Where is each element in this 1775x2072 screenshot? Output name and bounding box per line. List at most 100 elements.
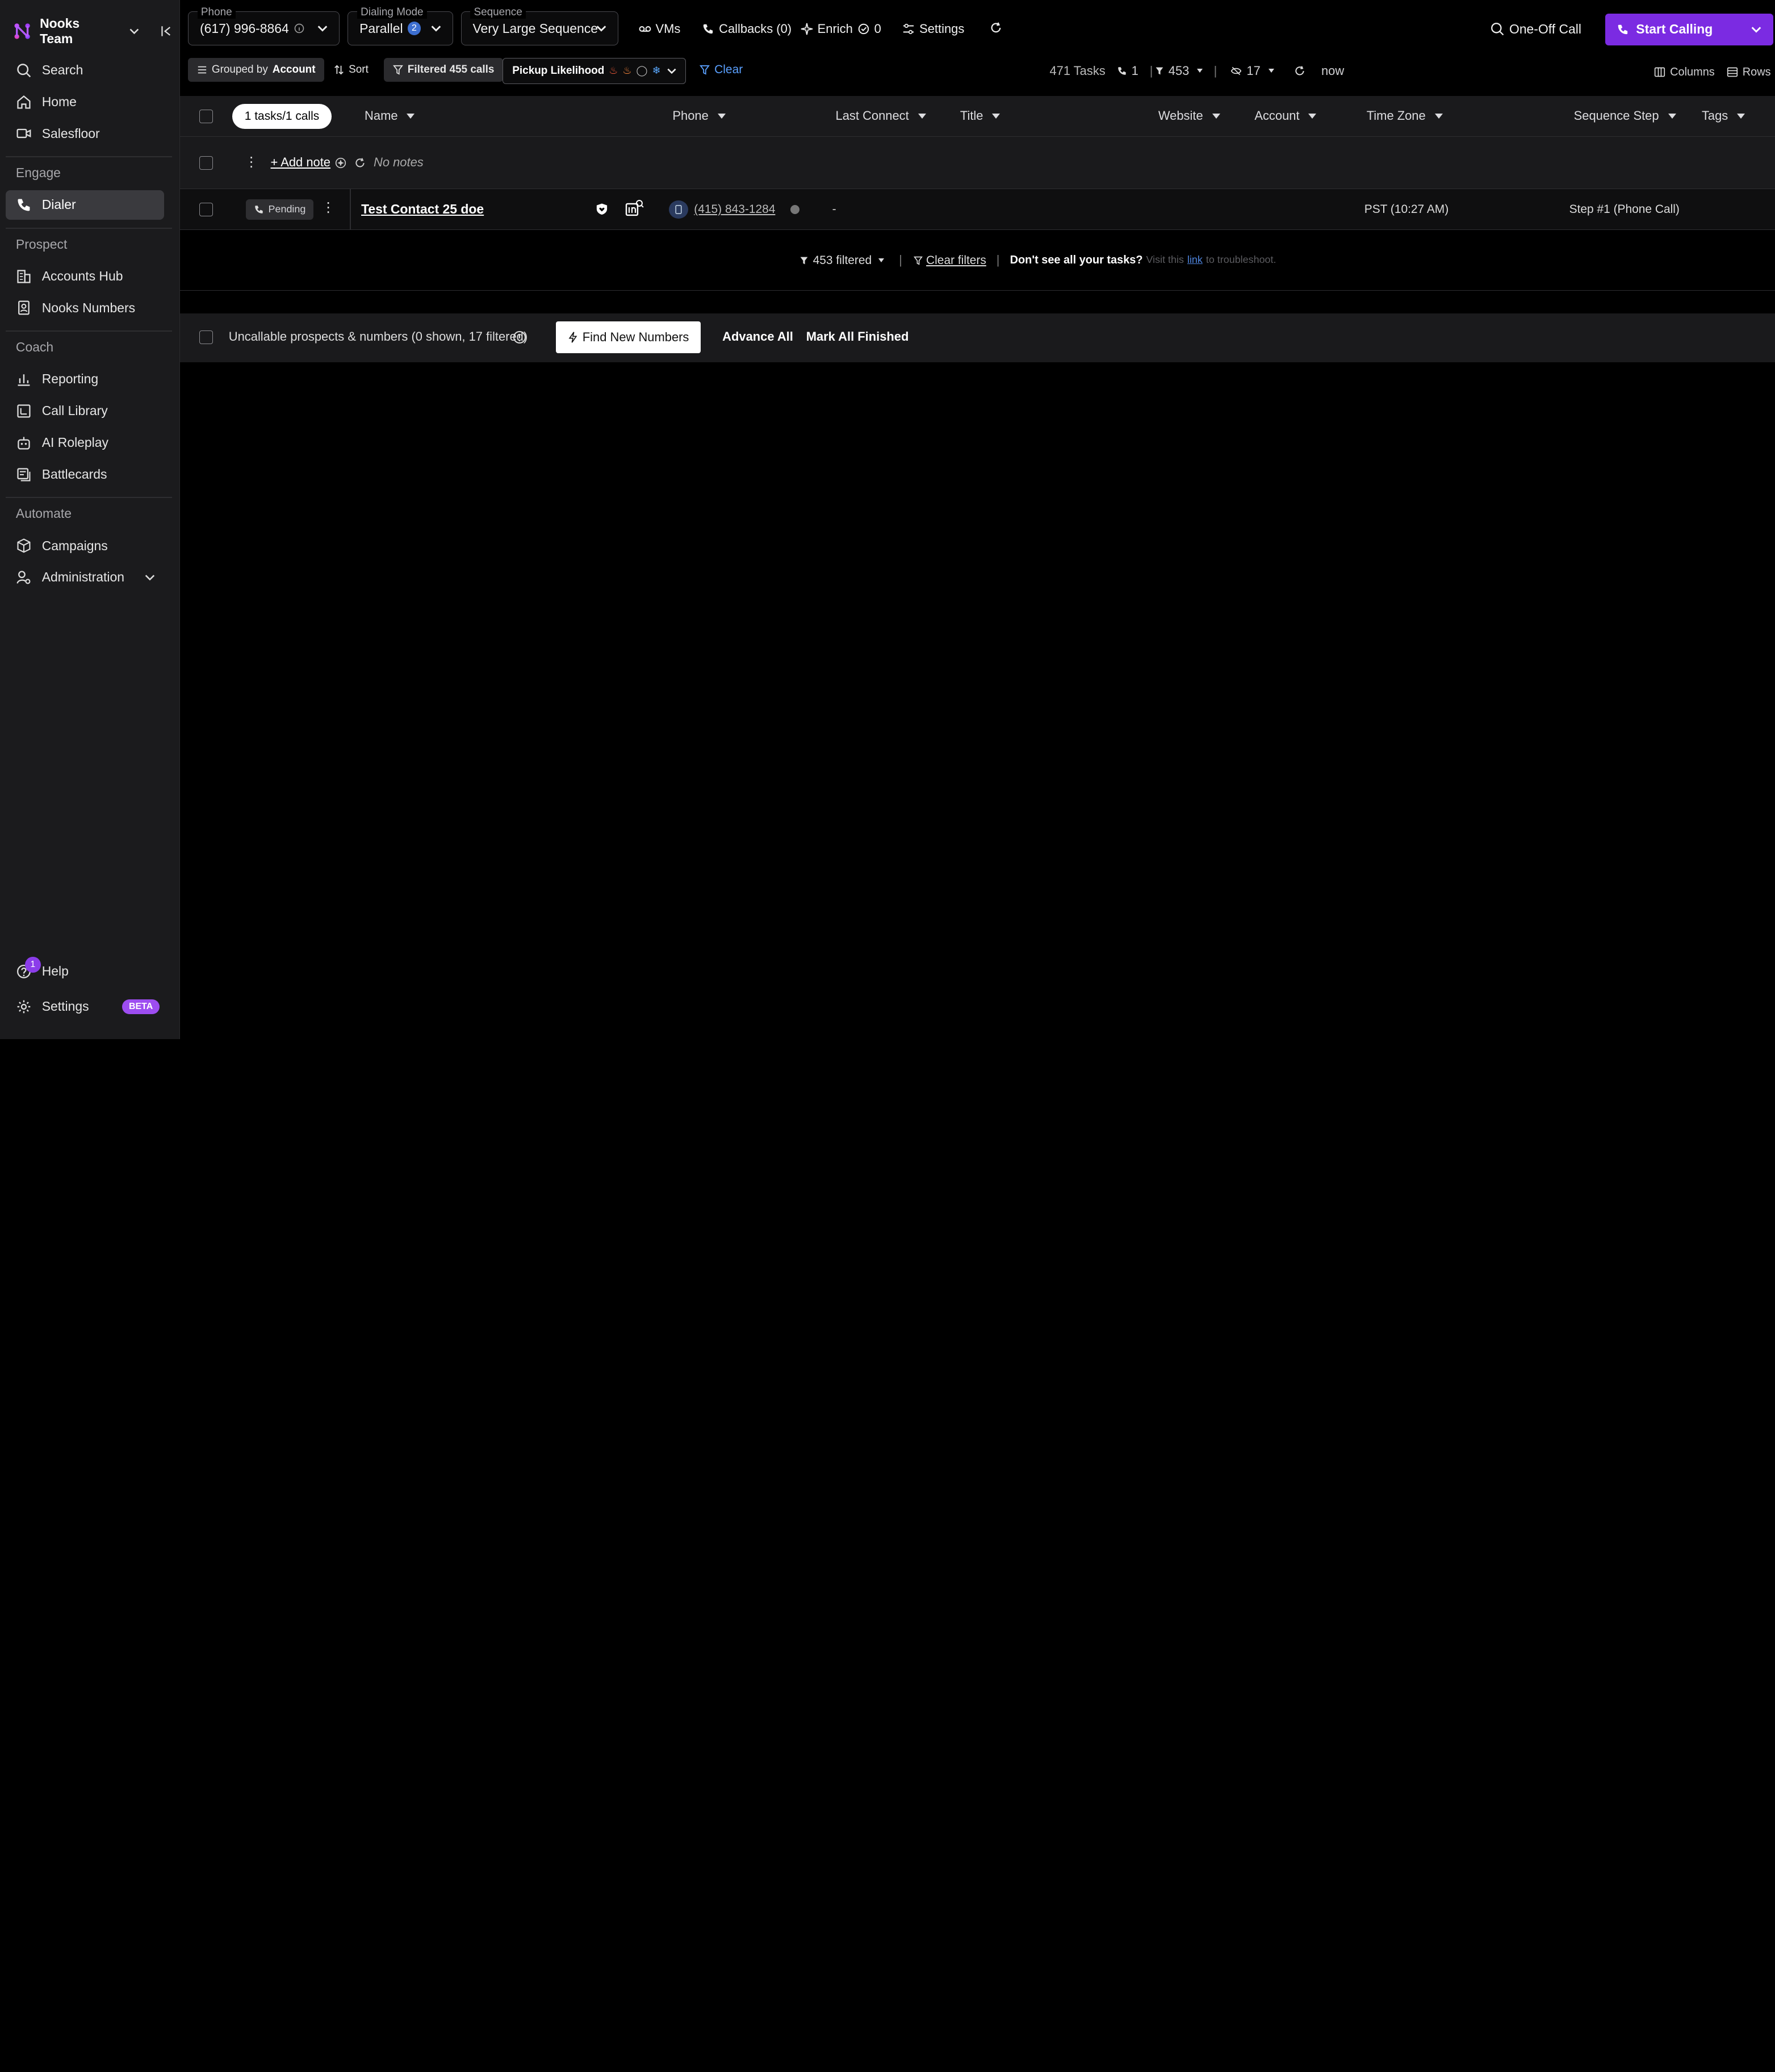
sidebar-item-label: Dialer [41,197,76,212]
clear-filters-footer-button[interactable]: Clear filters [914,254,986,267]
sidebar-item-administration[interactable]: Administration [6,563,164,592]
chevron-down-icon[interactable] [144,571,156,584]
sort-button[interactable]: Sort [325,58,378,82]
settings-button[interactable]: Settings [902,22,964,36]
column-header-phone[interactable]: Phone [672,108,726,123]
filtered-summary-dropdown[interactable]: 453 filtered [799,254,885,267]
ai-note-icon[interactable] [335,157,346,169]
chevron-down-icon [317,26,328,32]
uncallable-checkbox[interactable] [199,330,213,345]
sidebar-item-accounts-hub[interactable]: Accounts Hub [6,262,164,291]
uncallable-label: Uncallable prospects & numbers (0 shown,… [228,329,528,344]
separator: | [1213,63,1217,78]
sidebar-item-nooks-numbers[interactable]: Nooks Numbers [6,293,164,323]
columns-button[interactable]: Columns [1654,66,1715,79]
filtered-calls-chip[interactable]: Filtered 455 calls [383,57,504,82]
clear-filters-button[interactable]: Clear [690,58,752,82]
sidebar-item-dialer[interactable]: Dialer [5,190,165,220]
row-menu-icon[interactable]: ⋮ [321,199,335,216]
troubleshoot-link[interactable]: link [1187,254,1203,267]
sidebar-item-call-library[interactable]: Call Library [6,396,164,426]
team-switcher[interactable]: Nooks Team [14,16,172,47]
sort-caret-icon [1668,113,1676,119]
enrich-button[interactable]: Enrich 0 [801,22,881,36]
advance-all-button[interactable]: Advance All [722,329,793,344]
collapse-sidebar-icon[interactable] [160,25,172,37]
row-checkbox[interactable] [199,202,213,216]
callbacks-button[interactable]: Callbacks (0) [702,22,792,36]
one-off-call-button[interactable]: One-Off Call [1490,22,1581,37]
time-zone-value: PST (10:27 AM) [1364,202,1449,216]
filter-icon [800,257,808,265]
contact-name-link[interactable]: Test Contact 25 doe [361,202,484,217]
dropdown-caret-icon [878,258,885,262]
add-note-link[interactable]: + Add note [271,155,330,170]
column-header-sequence-step[interactable]: Sequence Step [1574,108,1676,123]
column-header-time-zone[interactable]: Time Zone [1367,108,1443,123]
status-badge: Pending [245,199,314,220]
tasks-calls-pill: 1 tasks/1 calls [232,104,332,129]
last-refreshed[interactable]: now [1294,64,1344,78]
refresh-button[interactable] [990,22,1002,34]
contact-phone-link[interactable]: (415) 843-1284 [694,203,775,216]
mark-all-finished-button[interactable]: Mark All Finished [806,329,909,344]
sidebar-item-home[interactable]: Home [6,87,164,117]
column-header-title[interactable]: Title [960,108,1000,123]
beta-badge: BETA [122,999,160,1014]
sidebar-item-battlecards[interactable]: Battlecards [6,460,164,489]
column-header-last-connect[interactable]: Last Connect [836,108,926,123]
dialing-mode-select[interactable]: Dialing Mode Parallel 2 [348,6,453,45]
kebab-menu-icon[interactable]: ⋮ [245,154,258,170]
hidden-count-dropdown[interactable]: 17 [1230,64,1274,78]
select-all-checkbox[interactable] [199,110,213,124]
group-checkbox[interactable] [199,156,213,170]
column-header-website[interactable]: Website [1158,108,1220,123]
linkedin-search-icon[interactable] [625,199,644,217]
find-new-numbers-button[interactable]: Find New Numbers [556,321,701,354]
start-calling-button[interactable]: Start Calling [1605,13,1773,45]
pickup-likelihood-select[interactable]: Pickup Likelihood ♨ ♨ ◯ ❄ [503,57,686,84]
info-icon[interactable] [513,330,526,344]
sliders-icon [903,23,914,35]
video-icon [16,129,31,139]
column-header-tags[interactable]: Tags [1702,108,1745,123]
chevron-down-icon[interactable] [128,25,140,37]
shield-heart-icon[interactable] [596,203,608,215]
search-icon [17,63,31,77]
fire-medium-icon: ♨ [622,65,632,77]
app-root: Nooks Team Search Home Salesfloor Engage… [0,0,1775,1040]
gear-icon [17,1000,31,1013]
sidebar-item-search[interactable]: Search [6,56,164,85]
clear-label: Clear [714,62,743,76]
column-header-name[interactable]: Name [365,108,415,123]
section-prospect: Prospect [15,236,68,252]
filtered-count-dropdown[interactable]: 453 [1155,64,1203,78]
column-header-account[interactable]: Account [1254,108,1317,123]
phone-icon [1117,66,1126,75]
fire-low-icon: ◯ [636,65,648,77]
filtered-count: 453 [1168,63,1190,78]
sidebar-item-label: Call Library [41,403,108,418]
sidebar-item-reporting[interactable]: Reporting [6,365,164,394]
sidebar-item-ai-roleplay[interactable]: AI Roleplay [6,428,164,458]
sidebar-item-settings[interactable]: Settings BETA [6,992,164,1022]
group-by-value: Account [272,63,316,76]
sidebar-divider [5,497,173,499]
task-stats: 471 Tasks 1 | [1049,64,1159,78]
start-calling-dropdown[interactable] [1739,14,1773,45]
pickup-likelihood-label: Pickup Likelihood [512,64,605,77]
sequence-select[interactable]: Sequence Very Large Sequence [461,6,618,45]
vms-button[interactable]: VMs [639,22,680,36]
sort-caret-icon [717,113,726,119]
group-by-chip[interactable]: Grouped by Account [188,57,325,82]
column-header-label: Phone [672,108,709,123]
sync-icon[interactable] [354,157,366,169]
sort-caret-icon [1212,113,1220,119]
phone-select[interactable]: Phone (617) 996-8864 [188,6,340,45]
phone-select-value-wrap: (617) 996-8864 [200,21,305,36]
table-row[interactable]: Pending ⋮ Test Contact 25 doe (415) 843-… [180,189,1775,230]
rows-button[interactable]: Rows [1727,66,1771,79]
sidebar-item-campaigns[interactable]: Campaigns [6,531,164,560]
sidebar-item-salesfloor[interactable]: Salesfloor [6,119,164,148]
dropdown-caret-icon [1268,69,1274,73]
